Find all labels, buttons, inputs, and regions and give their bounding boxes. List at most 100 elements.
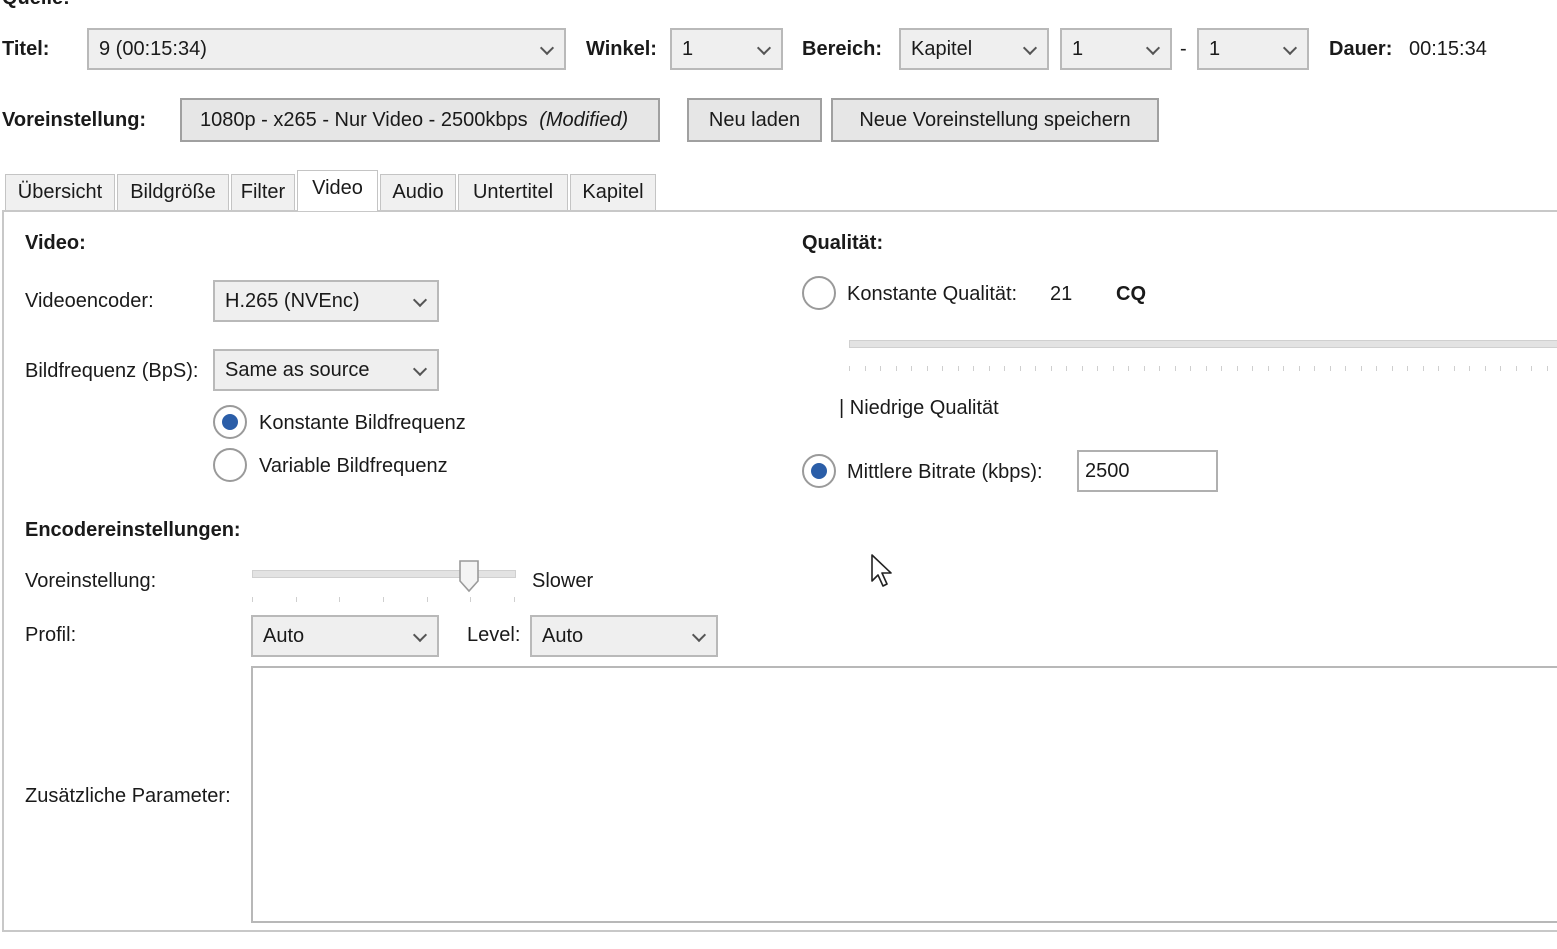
slider-tick xyxy=(252,597,253,602)
tab-subtitles[interactable]: Untertitel xyxy=(458,174,568,210)
slider-tick xyxy=(1391,366,1393,371)
slider-tick xyxy=(1081,366,1083,371)
variable-framerate-radio[interactable] xyxy=(213,448,247,482)
slider-tick xyxy=(1143,366,1145,371)
video-section-title: Video: xyxy=(25,232,86,254)
chevron-down-icon xyxy=(412,361,428,377)
range-end-dropdown[interactable]: 1 xyxy=(1197,28,1309,70)
extra-params-label: Zusätzliche Parameter: xyxy=(25,785,231,807)
avg-bitrate-input[interactable]: 2500 xyxy=(1077,450,1218,492)
save-new-preset-button[interactable]: Neue Voreinstellung speichern xyxy=(831,98,1159,142)
constant-quality-label: Konstante Qualität: xyxy=(847,283,1018,305)
level-value: Auto xyxy=(542,625,584,647)
slider-tick xyxy=(1298,366,1300,371)
constant-framerate-label: Konstante Bildfrequenz xyxy=(259,412,466,434)
quality-slider[interactable] xyxy=(849,340,1557,348)
duration-value: 00:15:34 xyxy=(1409,38,1487,60)
video-encoder-dropdown[interactable]: H.265 (NVEnc) xyxy=(213,280,439,322)
avg-bitrate-label: Mittlere Bitrate (kbps): xyxy=(847,461,1043,483)
slider-tick xyxy=(1221,366,1222,371)
range-type-dropdown[interactable]: Kapitel xyxy=(899,28,1049,70)
slider-tick xyxy=(864,366,866,371)
level-label: Level: xyxy=(467,624,521,646)
slider-tick xyxy=(1174,366,1176,371)
tab-picture-size[interactable]: Bildgröße xyxy=(117,174,229,210)
slider-tick xyxy=(1515,366,1517,371)
constant-quality-value: 21 xyxy=(1050,283,1073,305)
angle-dropdown-value: 1 xyxy=(682,38,694,60)
slider-tick xyxy=(1376,366,1377,371)
slider-tick xyxy=(1345,366,1346,371)
constant-quality-radio[interactable] xyxy=(802,276,836,310)
slider-tick xyxy=(470,597,472,602)
slider-tick xyxy=(895,366,897,371)
slider-tick xyxy=(1407,366,1408,371)
slider-tick xyxy=(1267,366,1269,371)
slider-tick xyxy=(1097,366,1098,371)
preset-name: 1080p - x265 - Nur Video - 2500kbps xyxy=(200,109,528,131)
video-encoder-value: H.265 (NVEnc) xyxy=(225,290,360,312)
title-dropdown-value: 9 (00:15:34) xyxy=(99,38,207,60)
tab-chapters[interactable]: Kapitel xyxy=(570,174,656,210)
slider-tick xyxy=(1329,366,1331,371)
duration-label: Dauer: xyxy=(1329,38,1393,60)
tab-overview[interactable]: Übersicht xyxy=(5,174,115,210)
tab-video[interactable]: Video xyxy=(297,170,378,211)
slider-tick xyxy=(911,366,912,371)
chevron-down-icon xyxy=(539,40,555,56)
constant-framerate-radio[interactable] xyxy=(213,405,247,439)
slider-tick xyxy=(1019,366,1021,371)
level-dropdown[interactable]: Auto xyxy=(530,615,718,657)
slider-tick xyxy=(1469,366,1470,371)
profile-dropdown[interactable]: Auto xyxy=(251,615,439,657)
slider-tick xyxy=(926,366,928,371)
slider-tick xyxy=(1531,366,1532,371)
slider-tick xyxy=(1159,366,1160,371)
title-dropdown[interactable]: 9 (00:15:34) xyxy=(87,28,566,70)
range-start-dropdown[interactable]: 1 xyxy=(1060,28,1172,70)
slider-tick xyxy=(880,366,881,371)
profile-value: Auto xyxy=(263,625,305,647)
chevron-down-icon xyxy=(691,627,707,643)
slider-tick xyxy=(849,366,850,371)
tab-audio[interactable]: Audio xyxy=(380,174,456,210)
framerate-dropdown[interactable]: Same as source xyxy=(213,349,439,391)
chevron-down-icon xyxy=(412,627,428,643)
encoder-preset-label: Voreinstellung: xyxy=(25,570,157,592)
preset-modified: (Modified) xyxy=(539,109,629,131)
range-end-value: 1 xyxy=(1209,38,1221,60)
slider-tick xyxy=(1190,366,1191,371)
constant-quality-unit: CQ xyxy=(1116,283,1146,305)
chevron-down-icon xyxy=(1145,40,1161,56)
slider-tick xyxy=(1236,366,1238,371)
slider-thumb-icon[interactable] xyxy=(458,559,480,593)
angle-dropdown[interactable]: 1 xyxy=(670,28,783,70)
slider-tick xyxy=(514,597,515,602)
slider-tick xyxy=(988,366,990,371)
slider-tick xyxy=(1438,366,1439,371)
title-label: Titel: xyxy=(2,38,50,60)
framerate-label: Bildfrequenz (BpS): xyxy=(25,360,199,382)
reload-button[interactable]: Neu laden xyxy=(687,98,822,142)
slider-tick xyxy=(1112,366,1114,371)
avg-bitrate-radio[interactable] xyxy=(802,454,836,488)
slider-tick xyxy=(426,597,428,602)
range-label: Bereich: xyxy=(802,38,883,60)
slider-tick xyxy=(295,597,297,602)
chevron-down-icon xyxy=(1282,40,1298,56)
slider-tick xyxy=(1453,366,1455,371)
preset-label: Voreinstellung: xyxy=(2,109,147,131)
slider-tick xyxy=(1252,366,1253,371)
slider-tick xyxy=(1035,366,1036,371)
slider-tick xyxy=(1500,366,1501,371)
tab-filter[interactable]: Filter xyxy=(231,174,295,210)
slider-tick xyxy=(383,597,384,602)
preset-selector-button[interactable]: 1080p - x265 - Nur Video - 2500kbps (Mod… xyxy=(180,98,660,142)
slider-tick xyxy=(1360,366,1362,371)
extra-params-textarea[interactable] xyxy=(251,666,1557,923)
slider-tick xyxy=(1066,366,1067,371)
encoder-label: Videoencoder: xyxy=(25,290,154,312)
slider-tick xyxy=(942,366,943,371)
slider-tick xyxy=(339,597,341,602)
variable-framerate-label: Variable Bildfrequenz xyxy=(259,455,448,477)
